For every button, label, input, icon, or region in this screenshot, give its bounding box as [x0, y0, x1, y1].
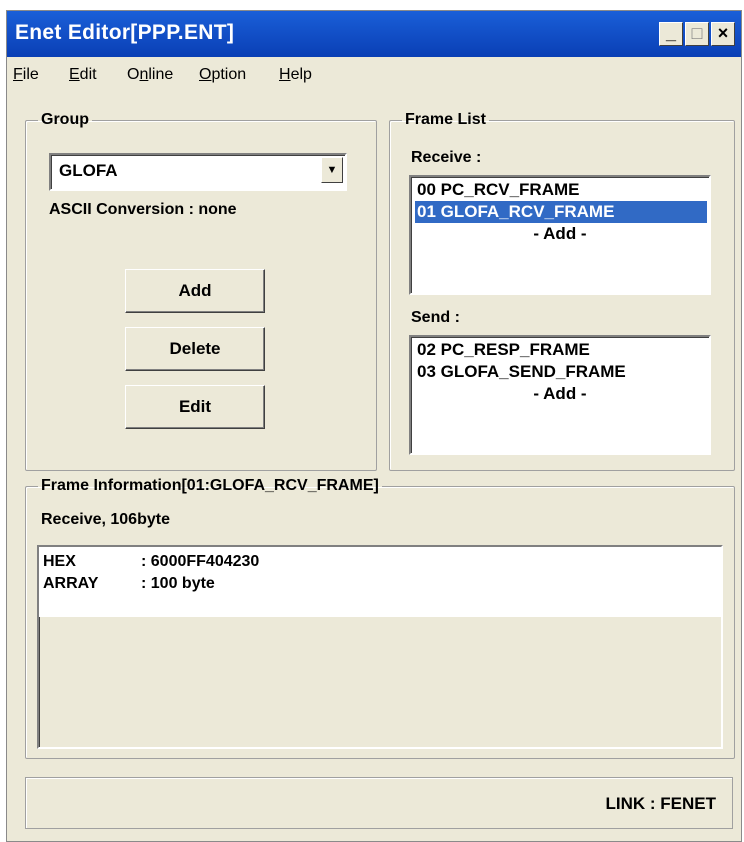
send-label: Send :	[411, 309, 460, 326]
edit-button[interactable]: Edit	[125, 385, 265, 429]
ascii-conversion-label: ASCII Conversion : none	[49, 201, 237, 218]
list-item[interactable]: 01 GLOFA_RCV_FRAME	[415, 201, 707, 223]
status-bar: LINK : FENET	[25, 777, 733, 829]
group-select[interactable]: GLOFA ▼	[49, 153, 347, 191]
link-status: LINK : FENET	[605, 794, 717, 813]
receive-add-item[interactable]: - Add -	[411, 223, 707, 245]
add-button[interactable]: Add	[125, 269, 265, 313]
frame-summary: Receive, 106byte	[41, 511, 170, 528]
menu-help[interactable]: Help	[279, 66, 312, 84]
receive-listbox[interactable]: 00 PC_RCV_FRAME 01 GLOFA_RCV_FRAME - Add…	[409, 175, 711, 295]
menu-file[interactable]: File	[13, 66, 39, 84]
group-select-value: GLOFA	[59, 161, 118, 180]
minimize-icon: _	[665, 23, 676, 43]
send-add-item[interactable]: - Add -	[411, 383, 707, 405]
list-item[interactable]: 02 PC_RESP_FRAME	[415, 339, 707, 361]
frame-information-legend: Frame Information[01:GLOFA_RCV_FRAME]	[41, 477, 379, 494]
maximize-icon: □	[691, 23, 703, 43]
window-title: Enet Editor[PPP.ENT]	[15, 21, 235, 44]
receive-label: Receive :	[411, 149, 482, 166]
minimize-button[interactable]: _	[659, 22, 683, 46]
frame-list-legend: Frame List	[405, 111, 486, 128]
list-item[interactable]: 03 GLOFA_SEND_FRAME	[415, 361, 707, 383]
array-line: ARRAY: 100 byte	[43, 575, 215, 592]
delete-button[interactable]: Delete	[125, 327, 265, 371]
list-item[interactable]: 00 PC_RCV_FRAME	[415, 179, 707, 201]
menu-option[interactable]: Option	[199, 66, 246, 84]
frame-detail-textarea[interactable]: HEX: 6000FF404230 ARRAY: 100 byte	[37, 545, 723, 749]
close-icon: ×	[717, 23, 729, 43]
menu-bar: File Edit Online Option Help	[7, 57, 741, 91]
chevron-down-icon[interactable]: ▼	[321, 157, 343, 183]
menu-online[interactable]: Online	[127, 66, 173, 84]
enet-editor-window: Enet Editor[PPP.ENT] _ □ × File Edit Onl…	[6, 10, 742, 842]
hex-line: HEX: 6000FF404230	[43, 553, 260, 570]
close-button[interactable]: ×	[711, 22, 735, 46]
title-bar[interactable]: Enet Editor[PPP.ENT] _ □ ×	[7, 11, 741, 57]
maximize-button[interactable]: □	[685, 22, 709, 46]
menu-edit[interactable]: Edit	[69, 66, 97, 84]
send-listbox[interactable]: 02 PC_RESP_FRAME 03 GLOFA_SEND_FRAME - A…	[409, 335, 711, 455]
group-legend: Group	[41, 111, 89, 128]
